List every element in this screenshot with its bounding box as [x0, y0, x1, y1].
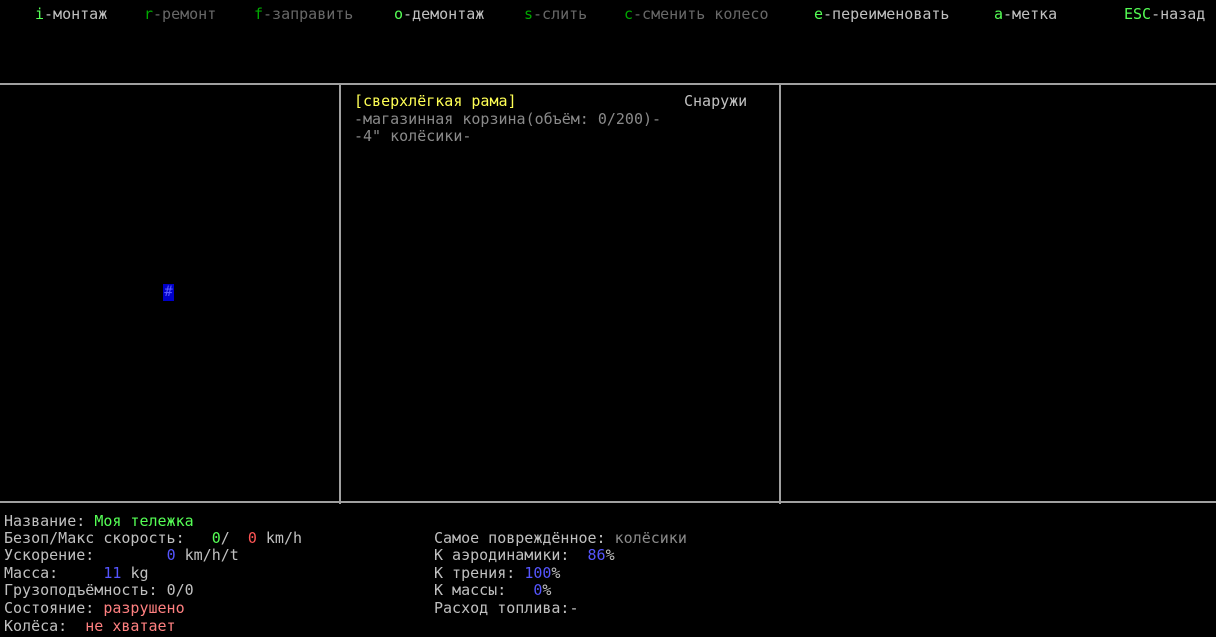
stat-mass-coef: К массы: 0% — [434, 582, 551, 599]
stat-label: Колёса: — [4, 617, 68, 635]
menu-label: -ремонт — [153, 5, 217, 23]
stat-name: Название: Моя тележка — [4, 513, 194, 530]
stat-accel: Ускорение: 0 km/h/t — [4, 547, 239, 564]
location-label: Снаружи — [684, 92, 748, 110]
stat-label: Грузоподъёмность: — [4, 581, 158, 599]
accel-unit: km/h/t — [184, 546, 239, 564]
speed-unit: km/h — [265, 529, 303, 547]
part-item[interactable]: -4" колёсики- — [354, 128, 471, 145]
menu-key: f — [254, 5, 264, 23]
menu-item-rename[interactable]: e-переименовать — [814, 6, 949, 23]
stat-label: Безоп/Макс скорость: — [4, 529, 185, 547]
menu-item-back[interactable]: ESC-назад — [1124, 6, 1205, 23]
menu-key: e — [814, 5, 824, 23]
stat-label: Расход топлива: — [434, 599, 570, 617]
part-item[interactable]: -магазинная корзина(объём: 0/200)- — [354, 111, 661, 128]
aero-value: 86 — [587, 546, 606, 564]
stat-wheels: Колёса: не хватает — [4, 618, 176, 635]
menu-item-drain[interactable]: s-слить — [524, 6, 587, 23]
stat-label: Название: — [4, 512, 86, 530]
stat-friction: К трения: 100% — [434, 565, 560, 582]
menu-label: -переименовать — [823, 5, 950, 23]
menu-key: i — [35, 5, 45, 23]
speed-max-value: 0 — [247, 529, 257, 547]
menu-label: -сменить колесо — [633, 5, 769, 23]
accel-value: 0 — [166, 546, 176, 564]
menu-label: -метка — [1003, 5, 1058, 23]
stat-label: Масса: — [4, 564, 59, 582]
menu-label: -слить — [533, 5, 588, 23]
stat-fuel: Расход топлива:- — [434, 600, 579, 617]
menu-key: s — [524, 5, 534, 23]
aero-unit: % — [605, 546, 615, 564]
stat-cargo: Грузоподъёмность: 0/0 — [4, 582, 194, 599]
friction-value: 100 — [524, 564, 552, 582]
menu-item-label[interactable]: a-метка — [994, 6, 1057, 23]
mass-value: 11 — [103, 564, 122, 582]
stat-label: К массы: — [434, 581, 507, 599]
pane-divider-right — [779, 83, 781, 504]
menu-key: o — [394, 5, 404, 23]
speed-safe-value: 0 — [211, 529, 221, 547]
stat-speed: Безоп/Макс скорость: 0/ 0 km/h — [4, 530, 302, 547]
menu-item-install[interactable]: i-монтаж — [35, 6, 107, 23]
speed-separator: / — [220, 529, 230, 547]
mass-unit: kg — [130, 564, 149, 582]
vehicle-name: Моя тележка — [94, 512, 194, 530]
pane-divider-left — [339, 83, 341, 504]
menu-key: ESC — [1124, 5, 1152, 23]
menu-item-repair[interactable]: r-ремонт — [144, 6, 216, 23]
menu-label: -демонтаж — [403, 5, 485, 23]
mass-coef-unit: % — [542, 581, 552, 599]
fuel-value: - — [569, 599, 579, 617]
stat-label: Самое повреждённое: — [434, 529, 606, 547]
stat-condition: Состояние: разрушено — [4, 600, 185, 617]
menu-key: c — [624, 5, 634, 23]
stat-aero: К аэродинамики: 86% — [434, 547, 615, 564]
menu-key: r — [144, 5, 154, 23]
menu-item-remove[interactable]: o-демонтаж — [394, 6, 484, 23]
most-damaged-value: колёсики — [614, 529, 687, 547]
stat-label: Состояние: — [4, 599, 95, 617]
menu-key: a — [994, 5, 1004, 23]
menu-label: -заправить — [263, 5, 354, 23]
menu-label: -монтаж — [44, 5, 108, 23]
frame-part[interactable]: [сверхлёгкая рама] — [354, 93, 517, 110]
stat-label: К трения: — [434, 564, 516, 582]
friction-unit: % — [551, 564, 561, 582]
wheels-value: не хватает — [85, 617, 176, 635]
cargo-value: 0/0 — [166, 581, 194, 599]
stat-label: К аэродинамики: — [434, 546, 570, 564]
vehicle-cursor[interactable]: # — [163, 284, 174, 301]
menu-item-refill[interactable]: f-заправить — [254, 6, 353, 23]
condition-value: разрушено — [103, 599, 185, 617]
stat-most-damaged: Самое повреждённое: колёсики — [434, 530, 687, 547]
panes-frame — [0, 83, 1216, 503]
stat-label: Ускорение: — [4, 546, 95, 564]
menu-label: -назад — [1151, 5, 1206, 23]
stat-mass: Масса: 11 kg — [4, 565, 149, 582]
menu-item-change-wheel[interactable]: c-сменить колесо — [624, 6, 769, 23]
